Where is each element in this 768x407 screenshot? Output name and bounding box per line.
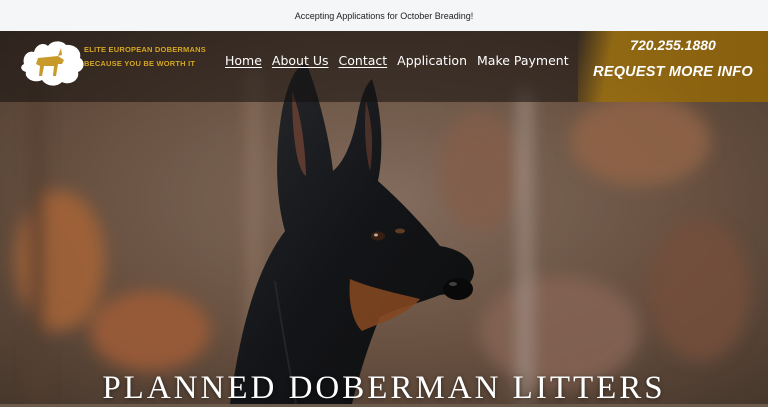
request-info-button[interactable]: REQUEST MORE INFO xyxy=(578,64,768,80)
main-nav: Home About Us Contact Application Make P… xyxy=(225,53,569,68)
nav-home[interactable]: Home xyxy=(225,53,262,68)
phone-number-link[interactable]: 720.255.1880 xyxy=(578,37,768,53)
nav-make-payment[interactable]: Make Payment xyxy=(477,53,569,68)
nav-application[interactable]: Application xyxy=(397,53,467,68)
nav-contact[interactable]: Contact xyxy=(339,53,388,68)
logo-text-line2: BECAUSE YOU BE WORTH IT xyxy=(84,59,196,68)
nav-about-us[interactable]: About Us xyxy=(272,53,329,68)
europe-map-logo-icon xyxy=(21,41,84,86)
hero-headline: PLANNED DOBERMAN LITTERS xyxy=(102,370,666,406)
announcement-bar: Accepting Applications for October Bread… xyxy=(0,0,768,32)
announcement-text: Accepting Applications for October Bread… xyxy=(294,10,474,21)
logo-text-line1: ELITE EUROPEAN DOBERMANS xyxy=(84,45,206,54)
site-logo[interactable]: ELITE EUROPEAN DOBERMANS BECAUSE YOU BE … xyxy=(18,36,206,88)
